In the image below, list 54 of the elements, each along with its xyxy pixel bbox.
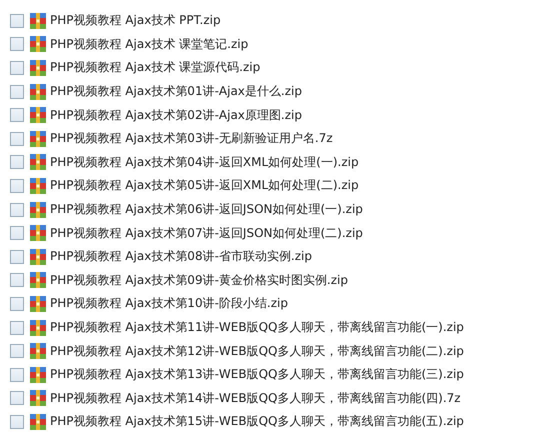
checkbox[interactable] [10,60,24,75]
archive-icon [30,130,46,147]
file-name[interactable]: PHP视频教程 Ajax技术第04讲-返回XML如何处理(一).zip [50,154,359,171]
archive-icon [30,84,46,100]
archive-icon [30,36,46,52]
checkbox[interactable] [10,250,24,264]
checkbox[interactable] [10,155,24,170]
checkbox[interactable] [10,368,24,382]
archive-icon [30,60,46,76]
archive-icon [30,343,46,360]
archive-icon [30,225,46,242]
checkbox[interactable] [10,14,24,28]
file-name[interactable]: PHP视频教程 Ajax技术第10讲-阶段小结.zip [50,295,288,312]
file-name[interactable]: PHP视频教程 Ajax技术第11讲-WEB版QQ多人聊天，带离线留言功能(一).zip [50,319,464,336]
file-name[interactable]: PHP视频教程 Ajax技术第05讲-返回XML如何处理(二).zip [50,177,359,194]
checkbox[interactable] [10,202,24,217]
archive-icon [30,12,46,29]
file-name[interactable]: PHP视频教程 Ajax技术第12讲-WEB版QQ多人聊天，带离线留言功能(二).zip [50,342,464,360]
archive-icon [30,248,46,265]
archive-icon [30,296,46,312]
archive-icon [30,414,46,430]
file-name[interactable]: PHP视频教程 Ajax技术第13讲-WEB版QQ多人聊天，带离线留言功能(三).zip [50,366,464,384]
file-name[interactable]: PHP视频教程 Ajax技术第02讲-Ajax原理图.zip [50,106,302,124]
file-name[interactable]: PHP视频教程 Ajax技术第15讲-WEB版QQ多人聊天，带离线留言功能(五).zip [50,413,464,430]
archive-icon [30,272,46,288]
checkbox[interactable] [10,132,24,146]
file-name[interactable]: PHP视频教程 Ajax技术 课堂源代码.zip [50,59,260,76]
checkbox[interactable] [10,414,24,429]
checkbox[interactable] [10,296,24,311]
checkbox[interactable] [10,391,24,406]
file-name[interactable]: PHP视频教程 Ajax技术第09讲-黄金价格实时图实例.zip [50,272,348,289]
file-name[interactable]: PHP视频教程 Ajax技术第03讲-无刷新验证用户名.7z [50,130,333,148]
file-name[interactable]: PHP视频教程 Ajax技术 PPT.zip [50,12,221,30]
checkbox[interactable] [10,37,24,52]
checkbox[interactable] [10,273,24,288]
checkbox[interactable] [10,178,24,193]
file-name[interactable]: PHP视频教程 Ajax技术第01讲-Ajax是什么.zip [50,83,302,100]
checkbox[interactable] [10,226,24,240]
checkbox[interactable] [10,344,24,358]
checkbox[interactable] [10,108,24,122]
checkbox[interactable] [10,320,24,335]
archive-icon [30,107,46,124]
archive-icon [30,366,46,383]
file-name[interactable]: PHP视频教程 Ajax技术第08讲-省市联动实例.zip [50,248,312,266]
archive-icon [30,178,46,194]
file-name[interactable]: PHP视频教程 Ajax技术 课堂笔记.zip [50,36,248,53]
file-name[interactable]: PHP视频教程 Ajax技术第14讲-WEB版QQ多人聊天，带离线留言功能(四).7z [50,390,461,407]
checkbox[interactable] [10,84,24,99]
archive-icon [30,202,46,218]
file-name[interactable]: PHP视频教程 Ajax技术第07讲-返回JSON如何处理(二).zip [50,224,363,242]
archive-icon [30,154,46,170]
archive-icon [30,390,46,406]
file-name[interactable]: PHP视频教程 Ajax技术第06讲-返回JSON如何处理(一).zip [50,201,363,218]
archive-icon [30,320,46,336]
